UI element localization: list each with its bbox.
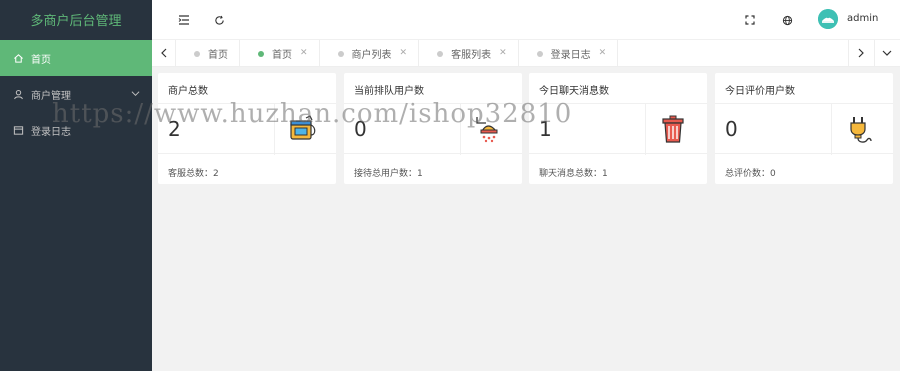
close-icon[interactable]: ✕ xyxy=(599,48,607,58)
sidebar-item-label: 商户管理 xyxy=(31,90,71,102)
tab-home-pinned[interactable]: 首页 xyxy=(176,40,240,66)
tab-login-log[interactable]: 登录日志 ✕ xyxy=(519,40,619,66)
globe-icon[interactable] xyxy=(779,12,795,28)
tab-list: 首页 首页 ✕ 商户列表 ✕ 客服列表 ✕ 登录日志 ✕ xyxy=(176,40,619,66)
close-icon[interactable]: ✕ xyxy=(499,48,507,58)
username[interactable]: admin xyxy=(847,13,878,24)
tab-label: 首页 xyxy=(208,49,228,61)
card-value: 2 xyxy=(168,117,181,141)
tab-scroll-left-button[interactable] xyxy=(152,40,176,66)
sidebar-item-login-log[interactable]: 登录日志 xyxy=(0,112,152,148)
sidebar-item-merchant-management[interactable]: 商户管理 xyxy=(0,76,152,112)
card-title: 今日评价用户数 xyxy=(725,86,795,97)
stat-card-queue-users: 当前排队用户数 0 接待总用户数：1 xyxy=(344,73,522,184)
tab-label: 客服列表 xyxy=(451,49,492,61)
fullscreen-icon[interactable] xyxy=(742,12,758,28)
plug-icon xyxy=(843,113,875,145)
refresh-icon[interactable] xyxy=(211,12,227,28)
card-footer: 客服总数：2 xyxy=(168,169,219,179)
tab-label: 登录日志 xyxy=(550,49,591,61)
tab-dot xyxy=(337,51,344,57)
tab-label: 首页 xyxy=(272,49,292,61)
tab-merchant-list[interactable]: 商户列表 ✕ xyxy=(320,40,420,66)
sidebar-item-home[interactable]: 首页 xyxy=(0,40,152,76)
tab-service-list[interactable]: 客服列表 ✕ xyxy=(419,40,519,66)
menu-toggle-icon[interactable] xyxy=(176,12,192,28)
tab-bar: 首页 首页 ✕ 商户列表 ✕ 客服列表 ✕ 登录日志 ✕ xyxy=(152,40,900,67)
chevron-down-icon xyxy=(882,50,891,56)
card-body: 2 xyxy=(158,103,336,155)
shower-icon xyxy=(472,113,504,145)
sidebar-item-label: 首页 xyxy=(31,54,51,66)
card-divider xyxy=(460,104,461,155)
sidebar-item-label: 登录日志 xyxy=(31,126,71,138)
card-body: 0 xyxy=(344,103,522,155)
app-logo-title: 多商户后台管理 xyxy=(30,14,122,29)
trash-can-icon xyxy=(657,113,689,145)
card-value: 1 xyxy=(539,117,552,141)
tab-dot-active xyxy=(258,51,264,57)
top-header: admin xyxy=(152,0,900,40)
tab-dot xyxy=(194,51,200,57)
chevron-down-icon xyxy=(131,89,140,100)
card-value: 0 xyxy=(725,117,738,141)
avatar[interactable] xyxy=(818,9,838,29)
log-icon xyxy=(12,125,24,136)
card-footer: 总评价数：0 xyxy=(725,169,776,179)
stat-card-merchants: 商户总数 2 客服总数：2 xyxy=(158,73,336,184)
card-body: 1 xyxy=(529,103,707,155)
card-title: 当前排队用户数 xyxy=(354,86,424,97)
card-footer: 聊天消息总数：1 xyxy=(539,169,608,179)
card-value: 0 xyxy=(354,117,367,141)
card-footer: 接待总用户数：1 xyxy=(354,169,423,179)
paint-bucket-icon xyxy=(286,113,318,145)
card-title: 商户总数 xyxy=(168,86,208,97)
card-divider xyxy=(831,104,832,155)
stat-card-chat-messages: 今日聊天消息数 1 聊天消息总数：1 xyxy=(529,73,707,184)
close-icon[interactable]: ✕ xyxy=(300,48,308,58)
tab-scroll-right-button[interactable] xyxy=(848,40,872,66)
stat-card-rating-users: 今日评价用户数 0 总评价数：0 xyxy=(715,73,893,184)
card-divider xyxy=(645,104,646,155)
card-divider xyxy=(274,104,275,155)
tab-menu-button[interactable] xyxy=(874,40,898,66)
tab-dot xyxy=(437,51,444,57)
tab-home[interactable]: 首页 ✕ xyxy=(240,40,320,66)
chevron-left-icon xyxy=(160,48,166,58)
card-body: 0 xyxy=(715,103,893,155)
home-icon xyxy=(12,53,24,64)
card-title: 今日聊天消息数 xyxy=(539,86,609,97)
sidebar: 多商户后台管理 首页 商户管理 登录日志 xyxy=(0,0,152,371)
user-icon xyxy=(12,89,24,100)
tab-label: 商户列表 xyxy=(351,49,392,61)
chevron-right-icon xyxy=(858,48,864,58)
tab-dot xyxy=(536,51,543,57)
close-icon[interactable]: ✕ xyxy=(400,48,408,58)
